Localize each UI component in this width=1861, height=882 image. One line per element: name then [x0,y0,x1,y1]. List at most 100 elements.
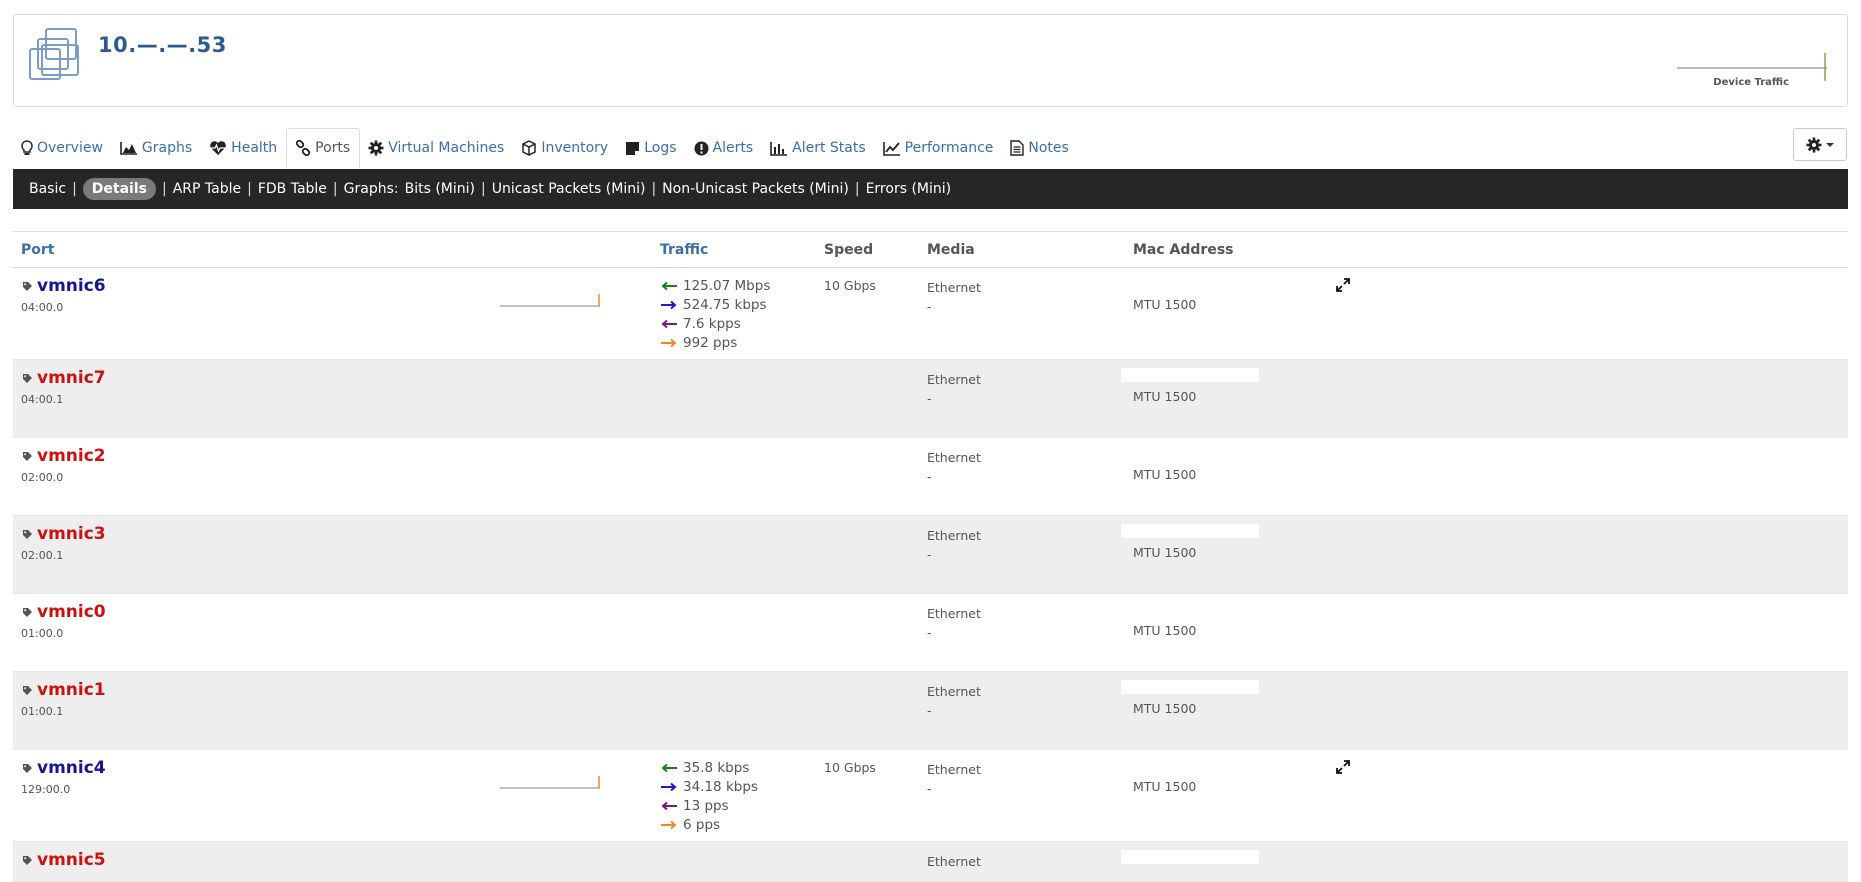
port-name-link[interactable]: vmnic2 [37,446,106,466]
port-name-link[interactable]: vmnic1 [37,680,106,700]
port-mtu: MTU 1500 [1133,545,1197,560]
table-row[interactable]: vmnic0 01:00.0 Ethernet - MTU 1500 [13,594,1848,672]
expand-icon[interactable] [1336,760,1350,774]
port-mini-graph[interactable] [500,286,600,312]
header-media: Media [927,242,975,258]
traffic-in-bits-arrow-icon [661,281,677,290]
port-name-link[interactable]: vmnic7 [37,368,106,388]
ports-table: Port Traffic Speed Media Mac Address vmn… [13,231,1848,882]
traffic-value: 7.6 kpps [683,315,741,332]
tab-label: Notes [1028,140,1069,156]
port-name-link[interactable]: vmnic3 [37,524,106,544]
tab-inventory[interactable]: Inventory [513,128,617,168]
port-mtu: MTU 1500 [1133,389,1197,404]
table-row[interactable]: vmnic5 Ethernet [13,842,1848,882]
header-mac-address: Mac Address [1133,242,1234,258]
tab-label: Graphs [141,140,193,156]
port-traffic: 35.8 kbps 34.18 kbps 13 pps 6 pps [660,758,758,834]
port-media-sub: - [927,781,932,796]
subnav-graph-nonunicast[interactable]: Non-Unicast Packets (Mini) [662,181,849,197]
mac-address-redacted [1121,680,1259,694]
traffic-value: 6 pps [683,816,721,833]
port-name-link[interactable]: vmnic0 [37,602,106,622]
tag-icon [23,686,32,695]
subnav-separator: | [161,181,167,197]
subnav-fdb-table[interactable]: FDB Table [258,181,327,197]
tab-graphs[interactable]: Graphs [112,128,201,168]
subnav-details[interactable]: Details [82,178,156,200]
port-name-link[interactable]: vmnic4 [37,758,106,778]
tag-icon [23,374,32,383]
device-traffic-graph[interactable] [1677,35,1827,81]
traffic-value: 13 pps [683,797,729,814]
tag-icon [23,282,32,291]
table-row[interactable]: vmnic2 02:00.0 Ethernet - MTU 1500 [13,438,1848,516]
traffic-line: 6 pps [660,815,758,834]
table-row[interactable]: vmnic7 04:00.1 Ethernet - MTU 1500 [13,360,1848,438]
port-media: Ethernet - [927,760,981,798]
port-media-sub: - [927,391,932,406]
table-row[interactable]: vmnic6 04:00.0 125.07 Mbps 524.75 kbps 7.6 k… [13,268,1848,360]
subnav-graph-errors[interactable]: Errors (Mini) [866,181,952,197]
subnav-separator: | [332,181,338,197]
area-chart-icon [120,142,137,155]
port-speed: 10 Gbps [824,278,876,293]
table-row[interactable]: vmnic3 02:00.1 Ethernet - MTU 1500 [13,516,1848,594]
port-name-link[interactable]: vmnic6 [37,276,106,296]
subnav-separator: | [651,181,657,197]
header-port[interactable]: Port [21,242,54,258]
tab-notes[interactable]: Notes [1002,128,1077,168]
traffic-value: 992 pps [683,334,738,351]
tab-label: Logs [644,140,677,156]
table-row[interactable]: vmnic4 129:00.0 35.8 kbps 34.18 kbps 13 pps 6… [13,750,1848,842]
port-media-sub: - [927,469,932,484]
caret-down-icon [1826,142,1834,147]
table-body: vmnic6 04:00.0 125.07 Mbps 524.75 kbps 7.6 k… [13,268,1848,882]
port-mtu: MTU 1500 [1133,779,1197,794]
port-media-type: Ethernet [927,854,981,869]
subnav-basic[interactable]: Basic [29,181,66,197]
mac-address-redacted [1121,368,1259,382]
device-tabs: Overview Graphs Health Ports Virtual Mac… [13,128,1078,168]
tab-performance[interactable]: Performance [875,128,1003,168]
link-icon [296,140,311,156]
subnav-separator: | [854,181,860,197]
table-row[interactable]: vmnic1 01:00.1 Ethernet - MTU 1500 [13,672,1848,750]
port-mtu: MTU 1500 [1133,467,1197,482]
port-mini-graph[interactable] [500,768,600,794]
tab-alert-stats[interactable]: Alert Stats [762,128,875,168]
subnav-graph-bits[interactable]: Bits (Mini) [405,181,475,197]
tab-label: Health [231,140,278,156]
port-media-sub: - [927,547,932,562]
port-mtu: MTU 1500 [1133,297,1197,312]
traffic-in-packets-arrow-icon [661,319,677,328]
subnav-graph-unicast[interactable]: Unicast Packets (Mini) [492,181,646,197]
header-traffic[interactable]: Traffic [660,242,708,258]
port-description: 01:00.0 [21,627,64,640]
traffic-line: 34.18 kbps [660,777,758,796]
tab-logs[interactable]: Logs [617,128,685,168]
port-description: 01:00.1 [21,705,64,718]
port-description: 129:00.0 [21,783,71,796]
mac-address-redacted [1121,850,1259,864]
tab-overview[interactable]: Overview [13,128,112,168]
tab-ports[interactable]: Ports [286,128,361,168]
device-title[interactable]: 10.—.—.53 [98,33,227,57]
subnav-arp-table[interactable]: ARP Table [173,181,241,197]
tag-icon [23,530,32,539]
cube-icon [522,140,537,156]
port-media-type: Ethernet [927,684,981,699]
traffic-in-bits-arrow-icon [661,763,677,772]
traffic-line: 35.8 kbps [660,758,758,777]
port-description: 02:00.1 [21,549,64,562]
port-media: Ethernet - [927,604,981,642]
tab-alerts[interactable]: Alerts [686,128,763,168]
port-name-link[interactable]: vmnic5 [37,850,106,870]
settings-dropdown-button[interactable] [1793,128,1847,161]
expand-icon[interactable] [1336,278,1350,292]
tab-virtual-machines[interactable]: Virtual Machines [360,128,513,168]
exclamation-circle-icon [694,141,709,155]
tag-icon [23,764,32,773]
tag-icon [23,452,32,461]
tab-health[interactable]: Health [201,128,286,168]
